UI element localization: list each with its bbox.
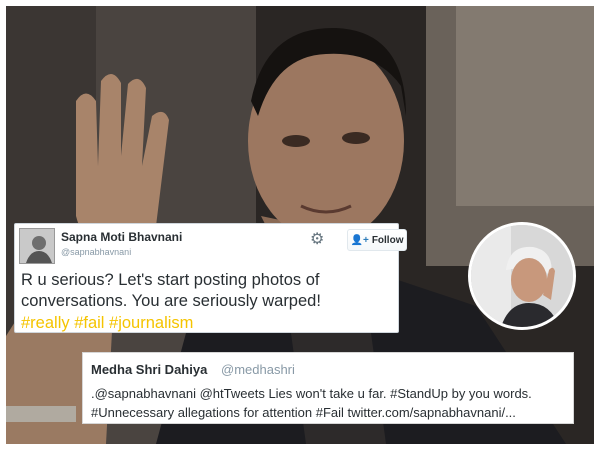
- tweet-card-medha: Medha Shri Dahiya @medhashri .@sapnabhav…: [82, 352, 574, 424]
- tweet-text: R u serious? Let's start posting photos …: [21, 271, 321, 310]
- follow-button[interactable]: 👤+ Follow: [347, 229, 407, 251]
- tweet-author-handle[interactable]: @medhashri: [221, 362, 295, 377]
- add-person-icon: 👤+: [350, 234, 369, 246]
- gear-icon[interactable]: ⚙: [310, 232, 326, 248]
- tweet-text-line: #Unnecessary allegations for attention #…: [91, 405, 516, 420]
- tweet-author-name[interactable]: Sapna Moti Bhavnani: [61, 230, 182, 244]
- tweet-text: .@sapnabhavnani @htTweets Lies won't tak…: [91, 384, 571, 422]
- tweet-hashtags[interactable]: #really #fail #journalism: [21, 313, 193, 334]
- tweet-author-handle[interactable]: @sapnabhavnani: [61, 247, 131, 257]
- tweet-author-name[interactable]: Medha Shri Dahiya: [91, 362, 207, 377]
- tweet-text-line: .@sapnabhavnani @htTweets Lies won't tak…: [91, 386, 532, 401]
- avatar[interactable]: [19, 228, 55, 264]
- follow-label: Follow: [371, 234, 404, 246]
- tweet-card-sapna: Sapna Moti Bhavnani @sapnabhavnani ⚙ 👤+ …: [14, 223, 407, 334]
- inset-portrait: [468, 222, 576, 330]
